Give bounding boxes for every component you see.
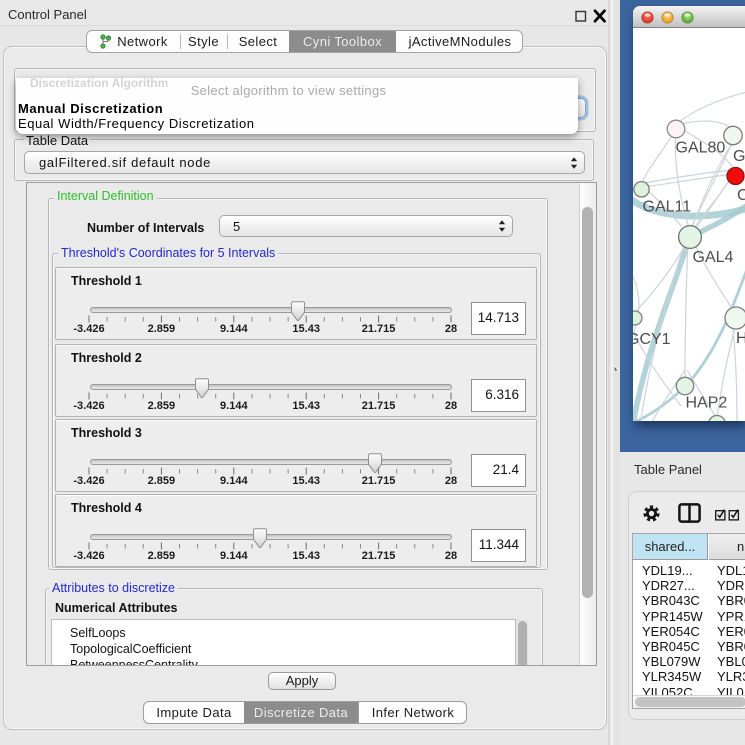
svg-text:GAL11: GAL11 xyxy=(643,199,692,216)
svg-text:H: H xyxy=(736,330,745,347)
svg-text:HAP2: HAP2 xyxy=(686,395,728,412)
svg-text:GAL4: GAL4 xyxy=(693,249,734,266)
svg-text:C: C xyxy=(737,187,745,204)
svg-text:G.: G. xyxy=(733,148,745,165)
svg-text:GCY1: GCY1 xyxy=(633,331,671,348)
svg-text:GAL80: GAL80 xyxy=(676,140,726,157)
